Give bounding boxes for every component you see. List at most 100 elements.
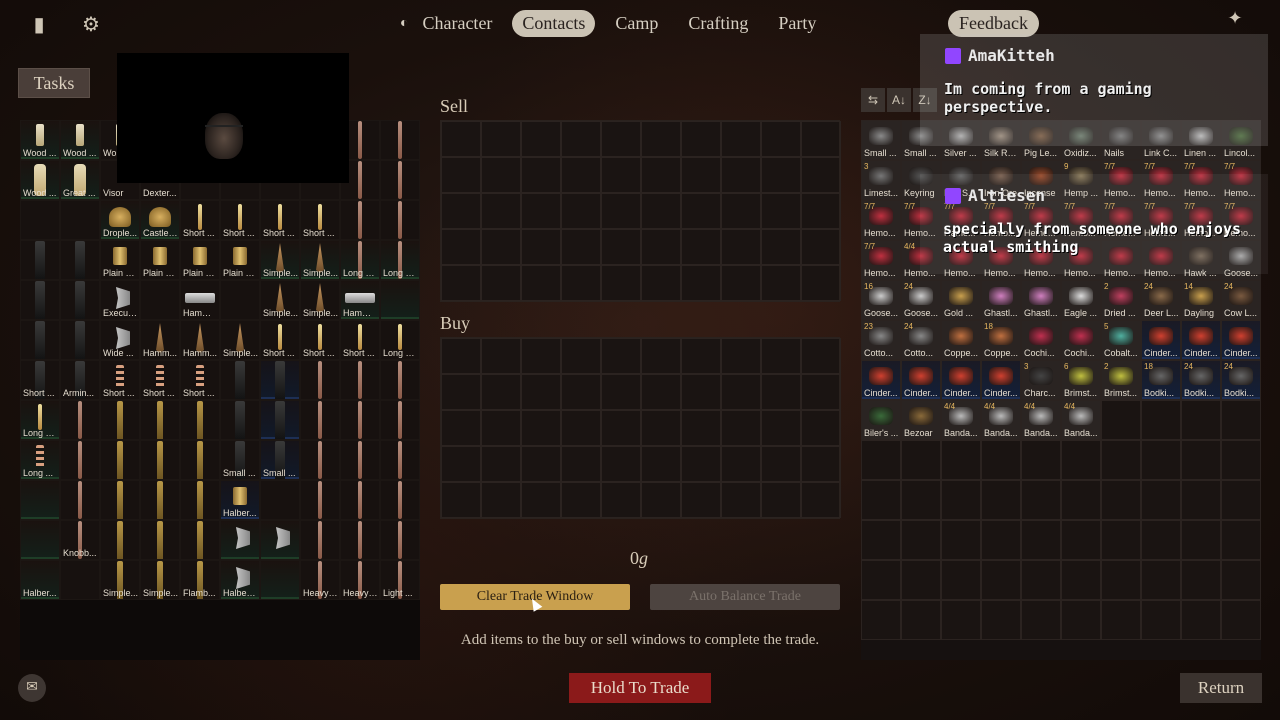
inventory-slot[interactable] <box>1221 560 1261 600</box>
inventory-slot[interactable] <box>340 440 380 480</box>
inventory-slot[interactable]: Hammer Head <box>340 280 380 320</box>
inventory-slot[interactable] <box>20 280 60 320</box>
inventory-slot[interactable] <box>1221 600 1261 640</box>
inventory-slot[interactable]: Coppe... <box>941 320 981 360</box>
inventory-slot[interactable] <box>260 560 300 600</box>
trade-slot[interactable] <box>721 482 761 518</box>
inventory-slot[interactable] <box>901 600 941 640</box>
inventory-slot[interactable]: Short ... <box>140 360 180 400</box>
inventory-slot[interactable] <box>300 360 340 400</box>
trade-slot[interactable] <box>481 193 521 229</box>
inventory-slot[interactable] <box>260 360 300 400</box>
inventory-slot[interactable] <box>861 600 901 640</box>
inventory-slot[interactable] <box>380 400 420 440</box>
buy-window[interactable] <box>440 337 841 519</box>
trade-slot[interactable] <box>521 229 561 265</box>
trade-slot[interactable] <box>601 229 641 265</box>
inventory-slot[interactable]: 14 Dayling <box>1181 280 1221 320</box>
inventory-slot[interactable] <box>1061 480 1101 520</box>
trade-slot[interactable] <box>521 157 561 193</box>
trade-slot[interactable] <box>721 157 761 193</box>
trade-slot[interactable] <box>481 482 521 518</box>
gear-icon[interactable]: ⚙ <box>80 14 102 36</box>
trade-slot[interactable] <box>721 338 761 374</box>
trade-slot[interactable] <box>641 446 681 482</box>
trade-slot[interactable] <box>681 482 721 518</box>
trade-slot[interactable] <box>801 338 841 374</box>
trade-slot[interactable] <box>641 482 681 518</box>
inventory-slot[interactable]: Small ... <box>260 440 300 480</box>
inventory-slot[interactable] <box>380 280 420 320</box>
inventory-slot[interactable] <box>340 360 380 400</box>
trade-slot[interactable] <box>761 121 801 157</box>
trade-slot[interactable] <box>481 338 521 374</box>
inventory-slot[interactable] <box>220 280 260 320</box>
inventory-slot[interactable]: Simple... <box>100 560 140 600</box>
inventory-slot[interactable] <box>861 520 901 560</box>
trade-slot[interactable] <box>761 229 801 265</box>
inventory-slot[interactable]: 6 Brimst... <box>1061 360 1101 400</box>
collapse-icon[interactable]: ⇆ <box>861 88 885 112</box>
inventory-slot[interactable] <box>300 480 340 520</box>
hold-to-trade-button[interactable]: Hold To Trade <box>569 673 711 703</box>
sell-window[interactable] <box>440 120 841 302</box>
inventory-slot[interactable]: Simple... <box>140 560 180 600</box>
inventory-slot[interactable] <box>1221 480 1261 520</box>
inventory-slot[interactable] <box>20 320 60 360</box>
inventory-slot[interactable] <box>100 400 140 440</box>
inventory-slot[interactable]: Bezoar <box>901 400 941 440</box>
inventory-slot[interactable] <box>1221 400 1261 440</box>
trade-slot[interactable] <box>481 410 521 446</box>
inventory-slot[interactable] <box>861 480 901 520</box>
inventory-slot[interactable] <box>60 440 100 480</box>
trade-slot[interactable] <box>641 265 681 301</box>
inventory-slot[interactable] <box>1141 560 1181 600</box>
inventory-slot[interactable]: Light ... <box>380 560 420 600</box>
inventory-slot[interactable] <box>220 520 260 560</box>
inventory-slot[interactable] <box>60 480 100 520</box>
inventory-slot[interactable] <box>1101 520 1141 560</box>
journal-icon[interactable]: ▮ <box>28 14 50 36</box>
inventory-slot[interactable] <box>60 200 100 240</box>
inventory-slot[interactable] <box>140 280 180 320</box>
inventory-slot[interactable] <box>60 240 100 280</box>
inventory-slot[interactable] <box>1021 560 1061 600</box>
inventory-slot[interactable] <box>1061 560 1101 600</box>
inventory-slot[interactable] <box>20 520 60 560</box>
trade-slot[interactable] <box>641 157 681 193</box>
trade-slot[interactable] <box>561 410 601 446</box>
trade-slot[interactable] <box>441 338 481 374</box>
trade-slot[interactable] <box>801 482 841 518</box>
inventory-slot[interactable] <box>380 200 420 240</box>
inventory-slot[interactable]: Cinder... <box>981 360 1021 400</box>
tab-crafting[interactable]: Crafting <box>678 10 758 37</box>
inventory-slot[interactable] <box>140 520 180 560</box>
inventory-slot[interactable]: 2 Dried ... <box>1101 280 1141 320</box>
trade-slot[interactable] <box>441 374 481 410</box>
inventory-slot[interactable] <box>340 480 380 520</box>
trade-slot[interactable] <box>441 193 481 229</box>
inventory-slot[interactable] <box>1141 400 1181 440</box>
trade-slot[interactable] <box>441 446 481 482</box>
inventory-slot[interactable] <box>1101 600 1141 640</box>
inventory-slot[interactable] <box>20 480 60 520</box>
trade-slot[interactable] <box>641 193 681 229</box>
inventory-slot[interactable]: Gold ... <box>941 280 981 320</box>
inventory-slot[interactable]: Short ... <box>300 200 340 240</box>
inventory-slot[interactable] <box>1181 600 1221 640</box>
inventory-slot[interactable] <box>380 520 420 560</box>
inventory-slot[interactable] <box>981 560 1021 600</box>
inventory-slot[interactable] <box>901 520 941 560</box>
inventory-slot[interactable]: Ghastl... <box>981 280 1021 320</box>
inventory-slot[interactable]: 24 Cotto... <box>901 320 941 360</box>
inventory-slot[interactable] <box>180 400 220 440</box>
inventory-slot[interactable]: Long S... <box>20 400 60 440</box>
inventory-slot[interactable] <box>20 200 60 240</box>
trade-slot[interactable] <box>521 121 561 157</box>
inventory-slot[interactable]: Wide ... <box>100 320 140 360</box>
trade-slot[interactable] <box>561 229 601 265</box>
trade-slot[interactable] <box>441 482 481 518</box>
trade-slot[interactable] <box>801 446 841 482</box>
trade-slot[interactable] <box>681 338 721 374</box>
inventory-slot[interactable] <box>300 520 340 560</box>
